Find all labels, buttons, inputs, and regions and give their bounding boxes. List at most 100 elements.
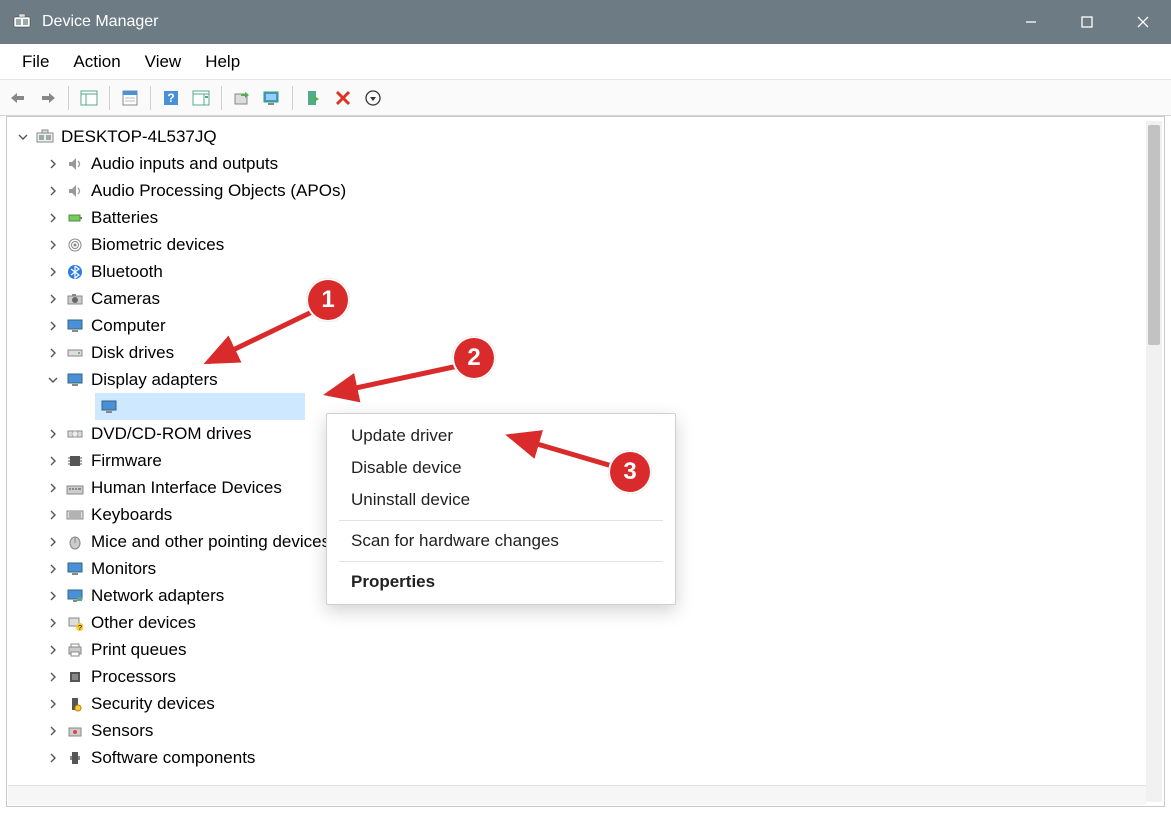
tree-item-audio-inputs[interactable]: Audio inputs and outputs — [11, 150, 1160, 177]
toolbar: ? — [0, 80, 1171, 116]
tree-item-label: DVD/CD-ROM drives — [91, 420, 252, 447]
tree-item-label: Audio inputs and outputs — [91, 150, 278, 177]
back-button[interactable] — [4, 84, 32, 112]
tree-item-label: Security devices — [91, 690, 215, 717]
tree-item-label: Cameras — [91, 285, 160, 312]
enable-device-button[interactable] — [299, 84, 327, 112]
context-menu-separator — [339, 520, 663, 521]
chevron-right-icon[interactable] — [45, 183, 61, 199]
titlebar: Device Manager — [0, 0, 1171, 44]
annotation-badge-2: 2 — [452, 336, 496, 380]
tree-item-label: Keyboards — [91, 501, 172, 528]
tree-item-software-components[interactable]: Software components — [11, 744, 1160, 771]
network-icon — [65, 586, 85, 606]
chevron-right-icon[interactable] — [45, 669, 61, 685]
properties-button[interactable] — [116, 84, 144, 112]
chevron-right-icon[interactable] — [45, 534, 61, 550]
chevron-right-icon[interactable] — [45, 264, 61, 280]
menu-file[interactable]: File — [10, 48, 61, 76]
context-menu-separator — [339, 561, 663, 562]
tree-item-biometric[interactable]: Biometric devices — [11, 231, 1160, 258]
chevron-right-icon[interactable] — [45, 507, 61, 523]
minimize-button[interactable] — [1003, 0, 1059, 44]
context-menu-properties[interactable]: Properties — [327, 566, 675, 598]
menu-action[interactable]: Action — [61, 48, 132, 76]
close-button[interactable] — [1115, 0, 1171, 44]
chevron-right-icon[interactable] — [45, 615, 61, 631]
tree-item-label: Network adapters — [91, 582, 224, 609]
chevron-right-icon[interactable] — [45, 318, 61, 334]
tree-item-cameras[interactable]: Cameras — [11, 285, 1160, 312]
printer-icon — [65, 640, 85, 660]
tree-item-label: Computer — [91, 312, 166, 339]
display-adapter-icon — [99, 397, 119, 417]
annotation-arrow-1 — [198, 302, 328, 374]
help-button[interactable]: ? — [157, 84, 185, 112]
chevron-right-icon[interactable] — [45, 561, 61, 577]
maximize-button[interactable] — [1059, 0, 1115, 44]
selected-device[interactable] — [95, 393, 305, 420]
battery-icon — [65, 208, 85, 228]
tree-item-computer[interactable]: Computer — [11, 312, 1160, 339]
scan-hardware-button[interactable] — [258, 84, 286, 112]
chevron-right-icon[interactable] — [45, 345, 61, 361]
tree-root-label: DESKTOP-4L537JQ — [61, 123, 217, 150]
window-buttons — [1003, 0, 1171, 44]
chevron-right-icon[interactable] — [45, 750, 61, 766]
tree-item-sensors[interactable]: Sensors — [11, 717, 1160, 744]
tree-item-security-devices[interactable]: Security devices — [11, 690, 1160, 717]
action-pane-button[interactable] — [187, 84, 215, 112]
uninstall-device-button[interactable] — [329, 84, 357, 112]
tree-item-print-queues[interactable]: Print queues — [11, 636, 1160, 663]
computer-icon — [35, 127, 55, 147]
speaker-icon — [65, 181, 85, 201]
update-driver-button[interactable] — [228, 84, 256, 112]
chevron-right-icon[interactable] — [45, 480, 61, 496]
tree-item-label: Biometric devices — [91, 231, 224, 258]
tree-item-label: Bluetooth — [91, 258, 163, 285]
tree-item-label: Processors — [91, 663, 176, 690]
chevron-right-icon[interactable] — [45, 588, 61, 604]
chevron-down-icon[interactable] — [45, 372, 61, 388]
chevron-right-icon[interactable] — [45, 426, 61, 442]
show-hide-console-tree-button[interactable] — [75, 84, 103, 112]
component-icon — [65, 748, 85, 768]
tree-item-bluetooth[interactable]: Bluetooth — [11, 258, 1160, 285]
tree-item-label: Print queues — [91, 636, 186, 663]
scrollbar-thumb[interactable] — [1148, 125, 1160, 345]
tree-item-disk-drives[interactable]: Disk drives — [11, 339, 1160, 366]
tree-item-display-adapters[interactable]: Display adapters — [11, 366, 1160, 393]
forward-button[interactable] — [34, 84, 62, 112]
sensor-icon — [65, 721, 85, 741]
chevron-right-icon[interactable] — [45, 696, 61, 712]
display-adapter-icon — [65, 370, 85, 390]
menu-view[interactable]: View — [133, 48, 194, 76]
chevron-right-icon[interactable] — [45, 237, 61, 253]
tree-item-processors[interactable]: Processors — [11, 663, 1160, 690]
more-button[interactable] — [359, 84, 387, 112]
tree-item-other-devices[interactable]: ? Other devices — [11, 609, 1160, 636]
tree-item-audio-processing[interactable]: Audio Processing Objects (APOs) — [11, 177, 1160, 204]
menu-help[interactable]: Help — [193, 48, 252, 76]
tree-item-batteries[interactable]: Batteries — [11, 204, 1160, 231]
vertical-scrollbar[interactable] — [1146, 121, 1162, 802]
chevron-right-icon[interactable] — [45, 291, 61, 307]
fingerprint-icon — [65, 235, 85, 255]
chevron-right-icon[interactable] — [45, 210, 61, 226]
cd-icon — [65, 424, 85, 444]
chevron-right-icon[interactable] — [45, 642, 61, 658]
annotation-badge-1: 1 — [306, 278, 350, 322]
chevron-right-icon[interactable] — [45, 453, 61, 469]
tree-root[interactable]: DESKTOP-4L537JQ — [11, 123, 1160, 150]
annotation-arrow-3 — [500, 426, 620, 476]
chevron-right-icon[interactable] — [45, 156, 61, 172]
status-bar — [8, 785, 1146, 805]
toolbar-separator — [221, 86, 222, 110]
chevron-down-icon[interactable] — [15, 129, 31, 145]
svg-text:?: ? — [167, 91, 174, 105]
camera-icon — [65, 289, 85, 309]
tree-item-label: Other devices — [91, 609, 196, 636]
spacer — [75, 399, 91, 415]
context-menu-scan-hardware[interactable]: Scan for hardware changes — [327, 525, 675, 557]
chevron-right-icon[interactable] — [45, 723, 61, 739]
